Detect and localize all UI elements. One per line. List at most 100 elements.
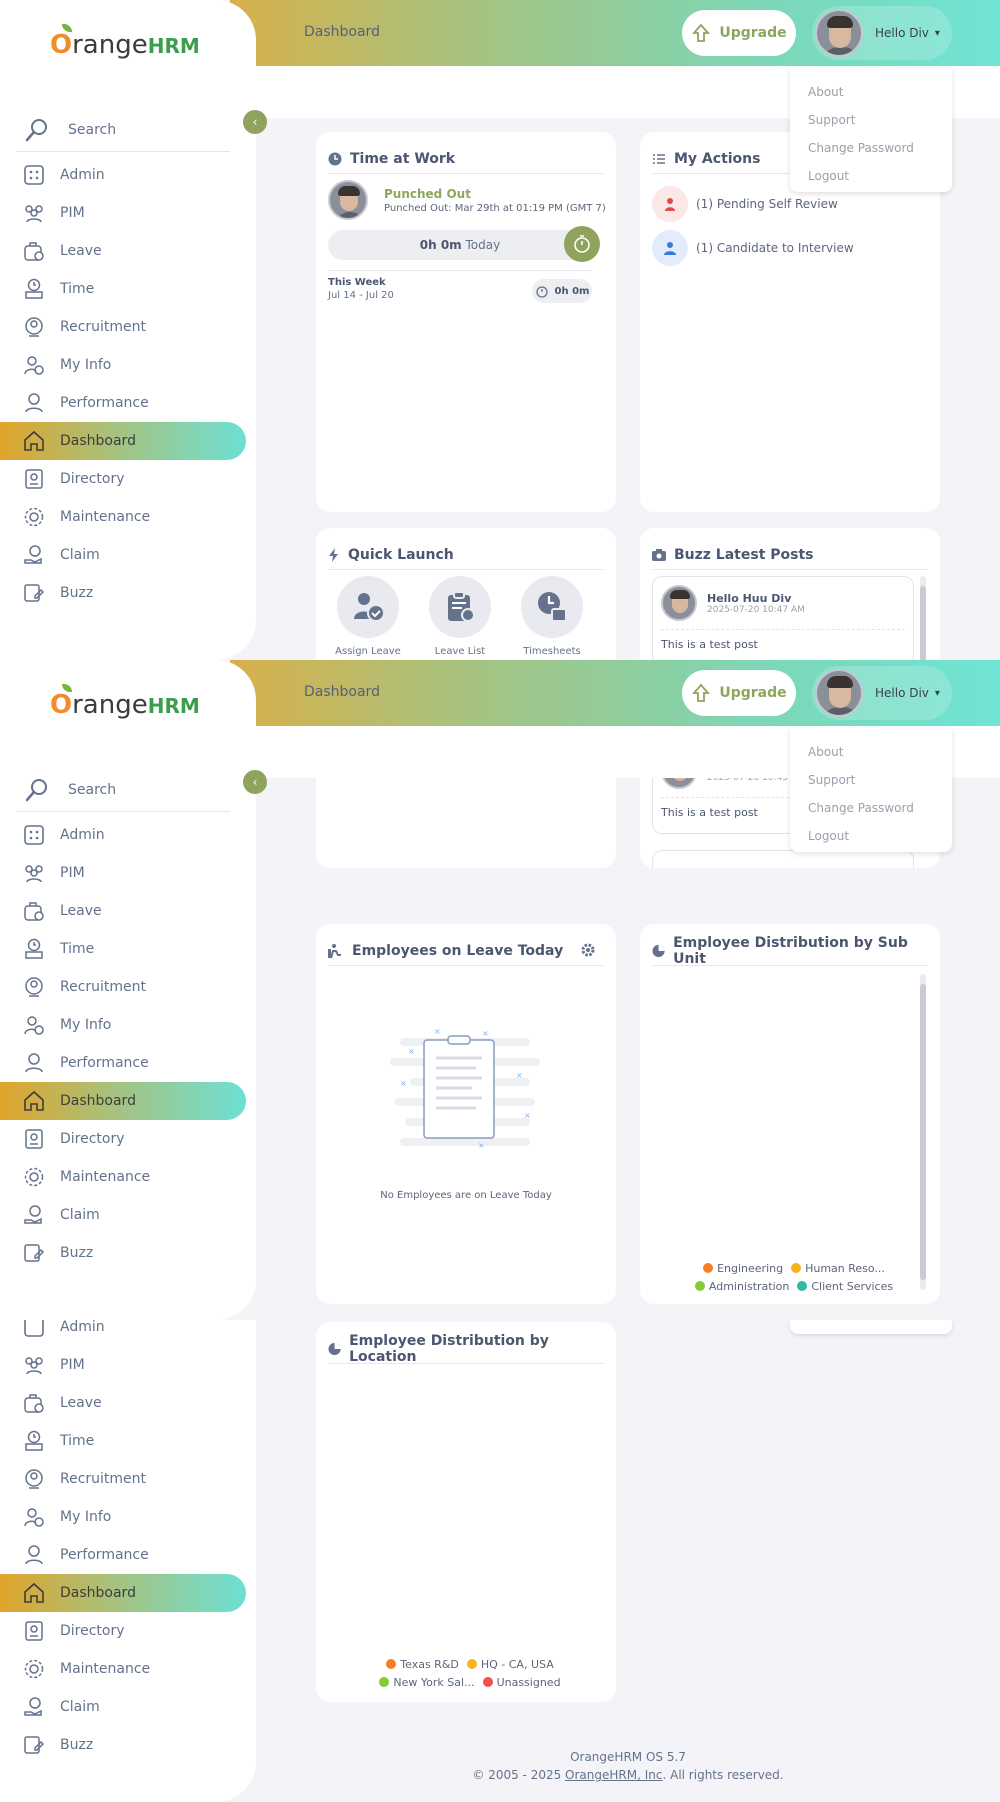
sidebar-item-directory[interactable]: Directory: [0, 460, 256, 498]
sidebar-item-leave[interactable]: Leave: [0, 1384, 256, 1422]
menu-item-logout[interactable]: Logout: [790, 822, 952, 850]
stopwatch-icon: [574, 235, 590, 253]
sidebar-item-recruitment[interactable]: Recruitment: [0, 1460, 256, 1498]
sidebar-item-pim[interactable]: PIM: [0, 1346, 256, 1384]
punch-in-button[interactable]: [564, 226, 600, 262]
legend-item[interactable]: New York Sal...: [393, 1676, 474, 1689]
menu-item-change-password[interactable]: Change Password: [790, 134, 952, 162]
buzz-icon: [22, 1733, 46, 1757]
menu-item-about[interactable]: About: [790, 78, 952, 106]
sidebar-item-claim[interactable]: Claim: [0, 1688, 256, 1726]
user-name: Hello Div: [875, 26, 929, 40]
legend-item[interactable]: HQ - CA, USA: [481, 1658, 554, 1671]
menu-item-about[interactable]: About: [790, 738, 952, 766]
sidebar-toggle-button[interactable]: ‹: [243, 110, 267, 134]
sidebar-item-leave[interactable]: Leave: [0, 232, 256, 270]
sidebar-item-directory[interactable]: Directory: [0, 1120, 256, 1158]
sidebar-toggle-button[interactable]: ‹: [243, 770, 267, 794]
gear-icon[interactable]: [580, 942, 596, 958]
sidebar-item-buzz[interactable]: Buzz: [0, 574, 256, 612]
sidebar-item-pim[interactable]: PIM: [0, 194, 256, 232]
sidebar-item-time[interactable]: Time: [0, 930, 256, 968]
sidebar-item-admin[interactable]: Admin: [0, 816, 256, 854]
sidebar-item-leave[interactable]: Leave: [0, 892, 256, 930]
action-candidate-to-interview[interactable]: (1) Candidate to Interview: [652, 230, 854, 266]
sidebar-item-buzz[interactable]: Buzz: [0, 1234, 256, 1272]
sidebar-item-time[interactable]: Time: [0, 270, 256, 308]
menu-item-logout[interactable]: Logout: [790, 162, 952, 190]
interview-icon: [652, 230, 688, 266]
sidebar-item-performance[interactable]: Performance: [0, 1044, 256, 1082]
my-info-icon: [22, 353, 46, 377]
recruitment-icon: [22, 1467, 46, 1491]
empty-state-text: No Employees are on Leave Today: [380, 1190, 552, 1201]
sidebar-item-buzz[interactable]: Buzz: [0, 1726, 256, 1764]
sidebar-item-admin[interactable]: Admin: [0, 156, 256, 194]
performance-icon: [22, 1051, 46, 1075]
scrollbar[interactable]: [920, 974, 926, 1290]
main-menu: Admin PIM Leave Time Recruitment My Info…: [0, 816, 256, 1272]
time-icon: [22, 937, 46, 961]
sidebar-item-time[interactable]: Time: [0, 1422, 256, 1460]
sidebar-item-claim[interactable]: Claim: [0, 1196, 256, 1234]
recruitment-icon: [22, 975, 46, 999]
legend-item[interactable]: Client Services: [811, 1280, 893, 1293]
sidebar-item-maintenance[interactable]: Maintenance: [0, 1158, 256, 1196]
upgrade-button[interactable]: Upgrade: [682, 670, 796, 716]
quick-launch-assign-leave[interactable]: Assign Leave: [328, 576, 408, 657]
orangehrm-logo[interactable]: OrangeHRM: [50, 24, 200, 60]
legend-item[interactable]: Administration: [709, 1280, 790, 1293]
sidebar-item-my-info[interactable]: My Info: [0, 346, 256, 384]
scrollbar[interactable]: [920, 576, 926, 660]
legend-dot: [466, 1659, 477, 1669]
sidebar-item-performance[interactable]: Performance: [0, 384, 256, 422]
list-icon: [653, 153, 665, 164]
post-text: This is a test post: [661, 629, 905, 659]
upgrade-button[interactable]: Upgrade: [682, 10, 796, 56]
menu-item-change-password[interactable]: Change Password: [790, 794, 952, 822]
sidebar-item-performance[interactable]: Performance: [0, 1536, 256, 1574]
sidebar-item-maintenance[interactable]: Maintenance: [0, 498, 256, 536]
sidebar-item-recruitment[interactable]: Recruitment: [0, 968, 256, 1006]
legend-dot: [694, 1281, 705, 1291]
legend-item[interactable]: Texas R&D: [400, 1658, 459, 1671]
quick-launch-leave-list[interactable]: Leave List: [420, 576, 500, 657]
sidebar-item-claim[interactable]: Claim: [0, 536, 256, 574]
sidebar-item-pim[interactable]: PIM: [0, 854, 256, 892]
sidebar-item-recruitment[interactable]: Recruitment: [0, 308, 256, 346]
orangehrm-logo[interactable]: OrangeHRM: [50, 684, 200, 720]
clock-icon: [328, 152, 342, 165]
footer-copyright: © 2005 - 2025 OrangeHRM, Inc. All rights…: [472, 1768, 784, 1782]
sidebar-item-directory[interactable]: Directory: [0, 1612, 256, 1650]
chart-legend: Texas R&D HQ - CA, USA New York Sal... Una…: [316, 1656, 616, 1692]
stopwatch-icon: [535, 286, 548, 298]
legend-item[interactable]: Unassigned: [497, 1676, 561, 1689]
quick-launch-timesheets[interactable]: Timesheets: [512, 576, 592, 657]
company-link[interactable]: OrangeHRM, Inc: [565, 1768, 662, 1782]
legend-item[interactable]: Human Reso...: [805, 1262, 885, 1275]
sidebar-search[interactable]: Search: [16, 108, 230, 152]
menu-item-support[interactable]: Support: [790, 106, 952, 134]
week-summary: This Week Jul 14 - Jul 20 0h 0m: [328, 270, 592, 303]
sidebar-item-dashboard[interactable]: Dashboard: [0, 422, 246, 460]
sidebar-item-my-info[interactable]: My Info: [0, 1006, 256, 1044]
user-menu-button[interactable]: Hello Div ▾: [812, 6, 952, 60]
buzz-post[interactable]: [652, 850, 914, 868]
location-distribution-card: Employee Distribution by Location Texas …: [316, 1322, 616, 1702]
sidebar-item-maintenance[interactable]: Maintenance: [0, 1650, 256, 1688]
main-menu: Admin PIM Leave Time Recruitment My Info…: [0, 156, 256, 612]
user-dropdown-menu: About Support Change Password Logout: [790, 728, 952, 852]
sidebar-item-dashboard[interactable]: Dashboard: [0, 1082, 246, 1120]
dashboard-icon: [22, 1581, 46, 1605]
sidebar-item-dashboard[interactable]: Dashboard: [0, 1574, 246, 1612]
sidebar: OrangeHRM Search Admin PIM Leave Time Re…: [0, 0, 256, 660]
menu-item-support[interactable]: Support: [790, 766, 952, 794]
sidebar-search[interactable]: Search: [16, 768, 230, 812]
sidebar-item-admin[interactable]: Admin: [0, 1320, 256, 1346]
buzz-post[interactable]: Hello Huu Div 2025-07-20 10:47 AM This is…: [652, 576, 914, 660]
legend-item[interactable]: Engineering: [717, 1262, 783, 1275]
sidebar-item-my-info[interactable]: My Info: [0, 1498, 256, 1536]
upgrade-icon: [692, 683, 711, 702]
user-menu-button[interactable]: Hello Div ▾: [812, 666, 952, 720]
leave-icon: [22, 239, 46, 263]
